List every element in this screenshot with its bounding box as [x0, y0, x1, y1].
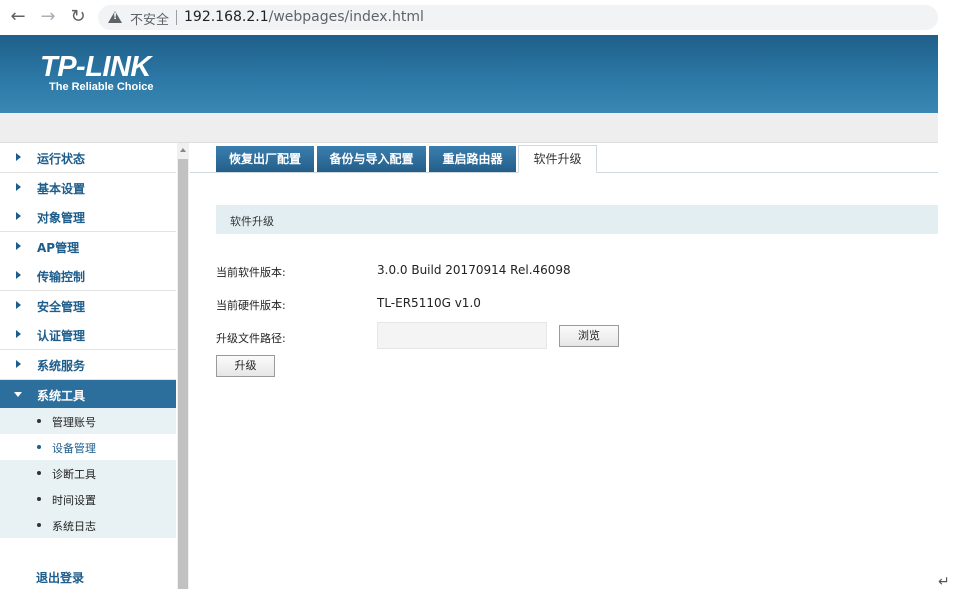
sidebar-item-security[interactable]: 安全管理 — [0, 291, 176, 321]
forward-icon[interactable]: → — [38, 7, 58, 27]
sidebar: 运行状态 基本设置 对象管理 AP管理 传输控制 安全管理 认证管理 系统服务 … — [0, 143, 176, 589]
software-version-label: 当前软件版本: — [216, 266, 286, 279]
sub-header-strip — [0, 113, 938, 143]
brand-logo: TP-LINK — [40, 51, 151, 83]
chevron-right-icon — [16, 301, 21, 309]
sidebar-item-transmission-control[interactable]: 传输控制 — [0, 261, 176, 291]
sidebar-scrollbar[interactable] — [177, 143, 189, 589]
sidebar-item-label: 基本设置 — [37, 182, 86, 196]
bullet-icon — [37, 471, 41, 475]
tab-factory-reset[interactable]: 恢复出厂配置 — [216, 146, 314, 172]
address-divider — [176, 10, 177, 25]
bullet-icon — [37, 497, 41, 501]
sidebar-subitem-label: 设备管理 — [52, 442, 96, 455]
url-text[interactable]: 192.168.2.1/webpages/index.html — [184, 9, 424, 25]
sidebar-item-label: 安全管理 — [37, 300, 86, 314]
sidebar-item-object-management[interactable]: 对象管理 — [0, 202, 176, 232]
sidebar-item-label: 系统服务 — [37, 359, 86, 373]
sidebar-subitem-admin-account[interactable]: 管理账号 — [0, 408, 176, 434]
sidebar-subitem-system-log[interactable]: 系统日志 — [0, 512, 176, 538]
sidebar-item-label: AP管理 — [37, 241, 80, 255]
section-title: 软件升级 — [230, 215, 274, 228]
app-header: TP-LINK The Reliable Choice — [0, 35, 938, 113]
return-icon: ↵ — [938, 574, 950, 590]
sidebar-item-label: 传输控制 — [37, 270, 86, 284]
chevron-right-icon — [16, 183, 21, 191]
upgrade-file-path-input[interactable] — [377, 322, 547, 349]
chevron-right-icon — [16, 153, 21, 161]
bullet-icon — [37, 523, 41, 527]
hardware-version-value: TL-ER5110G v1.0 — [377, 296, 481, 310]
sidebar-subitem-diagnostic-tools[interactable]: 诊断工具 — [0, 460, 176, 486]
bullet-icon — [37, 419, 41, 423]
upgrade-button[interactable]: 升级 — [216, 355, 275, 377]
scroll-up-icon[interactable] — [180, 148, 186, 152]
sidebar-item-label: 认证管理 — [37, 329, 86, 343]
sidebar-item-ap-management[interactable]: AP管理 — [0, 232, 176, 262]
sidebar-item-basic-settings[interactable]: 基本设置 — [0, 173, 176, 203]
warning-icon — [108, 11, 122, 23]
logout-link[interactable]: 退出登录 — [36, 569, 84, 586]
sidebar-item-label: 运行状态 — [37, 152, 86, 166]
tab-bar: 恢复出厂配置 备份与导入配置 重启路由器 软件升级 — [190, 143, 938, 173]
sidebar-item-authentication[interactable]: 认证管理 — [0, 320, 176, 350]
sidebar-item-label: 对象管理 — [37, 211, 86, 225]
sidebar-subitem-time-settings[interactable]: 时间设置 — [0, 486, 176, 512]
chevron-right-icon — [16, 271, 21, 279]
brand-tagline: The Reliable Choice — [49, 81, 154, 93]
sidebar-subitem-label: 系统日志 — [52, 520, 96, 533]
sidebar-subitem-label: 诊断工具 — [52, 468, 96, 481]
sidebar-subitem-label: 时间设置 — [52, 494, 96, 507]
chevron-right-icon — [16, 242, 21, 250]
chevron-right-icon — [16, 360, 21, 368]
back-icon[interactable]: ← — [8, 7, 28, 27]
sidebar-item-status[interactable]: 运行状态 — [0, 143, 176, 173]
software-version-value: 3.0.0 Build 20170914 Rel.46098 — [377, 263, 571, 277]
sidebar-subitem-device-management[interactable]: 设备管理 — [0, 434, 176, 460]
sidebar-subitem-label: 管理账号 — [52, 416, 96, 429]
address-bar[interactable]: 不安全 192.168.2.1/webpages/index.html — [98, 5, 938, 30]
sidebar-item-system-tools[interactable]: 系统工具 — [0, 380, 176, 409]
bullet-icon — [37, 445, 41, 449]
chevron-right-icon — [16, 330, 21, 338]
tab-software-upgrade[interactable]: 软件升级 — [518, 145, 597, 173]
chevron-right-icon — [16, 212, 21, 220]
reload-icon[interactable]: ↻ — [68, 7, 88, 27]
tab-backup-import[interactable]: 备份与导入配置 — [317, 146, 426, 172]
browser-toolbar: ← → ↻ 不安全 192.168.2.1/webpages/index.htm… — [0, 0, 972, 35]
browse-button[interactable]: 浏览 — [559, 325, 619, 347]
chevron-down-icon — [14, 392, 22, 397]
scrollbar-thumb[interactable] — [178, 159, 188, 589]
upgrade-path-label: 升级文件路径: — [216, 332, 286, 345]
hardware-version-label: 当前硬件版本: — [216, 299, 286, 312]
sidebar-item-system-services[interactable]: 系统服务 — [0, 350, 176, 380]
sidebar-item-label: 系统工具 — [37, 389, 86, 403]
section-header: 软件升级 — [216, 205, 938, 234]
security-label: 不安全 — [130, 13, 170, 28]
tab-reboot[interactable]: 重启路由器 — [429, 146, 516, 172]
